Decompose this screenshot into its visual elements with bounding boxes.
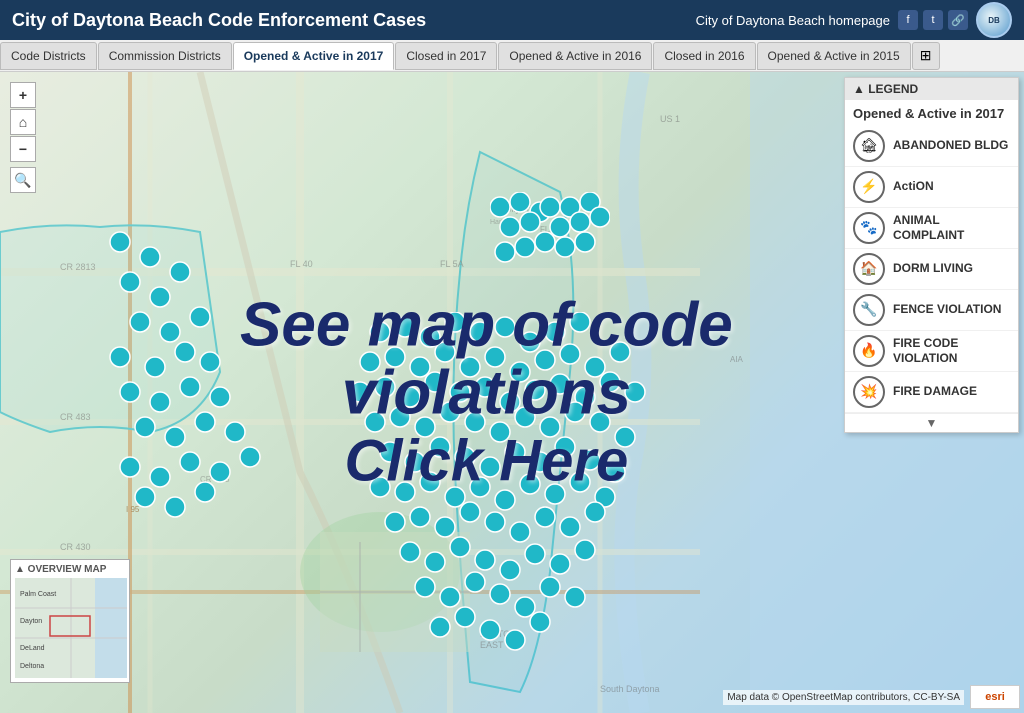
overlay-line2: Click Here bbox=[230, 427, 742, 494]
map-attribution: Map data © OpenStreetMap contributors, C… bbox=[723, 690, 964, 705]
legend-header-text: ▲ LEGEND bbox=[853, 82, 918, 96]
header-right: City of Daytona Beach homepage f t 🔗 DB bbox=[696, 2, 1012, 38]
marker-group-1 bbox=[490, 192, 610, 277]
legend-item-abandoned-bldg: 🏚 ABANDONED BLDG bbox=[845, 126, 1018, 167]
tab-opened-active-2015[interactable]: Opened & Active in 2015 bbox=[757, 42, 911, 70]
zoom-in-button[interactable]: + bbox=[10, 82, 36, 108]
overlay-cta[interactable]: See map of code violations Click Here bbox=[230, 291, 742, 494]
app-header: City of Daytona Beach Code Enforcement C… bbox=[0, 0, 1024, 40]
legend-label-abandoned-bldg: ABANDONED BLDG bbox=[893, 138, 1008, 152]
legend-panel: ▲ LEGEND Opened & Active in 2017 🏚 ABAND… bbox=[844, 77, 1019, 433]
tab-closed-2017[interactable]: Closed in 2017 bbox=[395, 42, 497, 70]
fire-code-icon: 🔥 bbox=[853, 335, 885, 367]
svg-text:Deltona: Deltona bbox=[20, 663, 44, 670]
facebook-icon[interactable]: f bbox=[898, 10, 918, 30]
legend-label-fence-violation: FENCE VIOLATION bbox=[893, 302, 1001, 316]
svg-text:DeLand: DeLand bbox=[20, 645, 45, 652]
twitter-icon[interactable]: t bbox=[923, 10, 943, 30]
homepage-link[interactable]: City of Daytona Beach homepage bbox=[696, 13, 890, 28]
city-logo: DB bbox=[976, 2, 1012, 38]
animal-complaint-icon: 🐾 bbox=[853, 212, 885, 244]
legend-label-action: ActiON bbox=[893, 179, 934, 193]
legend-title: Opened & Active in 2017 bbox=[845, 100, 1018, 126]
legend-label-fire-damage: FIRE DAMAGE bbox=[893, 384, 977, 398]
legend-label-fire-code: FIRE CODE VIOLATION bbox=[893, 336, 1010, 365]
legend-label-animal-complaint: ANIMAL COMPLAINT bbox=[893, 213, 1010, 242]
zoom-out-button[interactable]: − bbox=[10, 136, 36, 162]
legend-item-animal-complaint: 🐾 ANIMAL COMPLAINT bbox=[845, 208, 1018, 249]
overview-map: ▲ OVERVIEW MAP Palm Coast Dayton DeLand … bbox=[10, 559, 130, 683]
overlay-line1: See map of code violations bbox=[230, 291, 742, 427]
tab-opened-active-2017[interactable]: Opened & Active in 2017 bbox=[233, 42, 395, 70]
esri-logo: esri bbox=[970, 685, 1020, 709]
fence-violation-icon: 🔧 bbox=[853, 294, 885, 326]
tab-closed-2016[interactable]: Closed in 2016 bbox=[653, 42, 755, 70]
svg-text:Palm Coast: Palm Coast bbox=[20, 591, 56, 598]
tab-commission-districts[interactable]: Commission Districts bbox=[98, 42, 232, 70]
search-button[interactable]: 🔍 bbox=[10, 167, 36, 193]
legend-item-fire-code: 🔥 FIRE CODE VIOLATION bbox=[845, 331, 1018, 372]
overview-map-label[interactable]: ▲ OVERVIEW MAP bbox=[15, 564, 125, 575]
social-icons: f t 🔗 bbox=[898, 10, 968, 30]
legend-toggle[interactable]: ▲ LEGEND bbox=[845, 78, 1018, 100]
map-container[interactable]: CR 2813 CR 483 CR 430 FL 40 FL 5A I 95 B… bbox=[0, 72, 1024, 713]
legend-item-action: ⚡ ActiON bbox=[845, 167, 1018, 208]
app-title: City of Daytona Beach Code Enforcement C… bbox=[12, 10, 426, 31]
legend-label-dorm-living: DORM LIVING bbox=[893, 261, 973, 275]
home-button[interactable]: ⌂ bbox=[10, 109, 36, 135]
tab-opened-active-2016[interactable]: Opened & Active in 2016 bbox=[498, 42, 652, 70]
legend-scroll-indicator: ▼ bbox=[845, 413, 1018, 432]
legend-item-fence-violation: 🔧 FENCE VIOLATION bbox=[845, 290, 1018, 331]
tab-code-districts[interactable]: Code Districts bbox=[0, 42, 97, 70]
svg-text:Dayton: Dayton bbox=[20, 618, 42, 625]
legend-item-dorm-living: 🏠 DORM LIVING bbox=[845, 249, 1018, 290]
legend-item-fire-damage: 💥 FIRE DAMAGE bbox=[845, 372, 1018, 413]
legend-body: 🏚 ABANDONED BLDG ⚡ ActiON 🐾 ANIMAL COMPL… bbox=[845, 126, 1018, 413]
fire-damage-icon: 💥 bbox=[853, 376, 885, 408]
action-icon: ⚡ bbox=[853, 171, 885, 203]
abandoned-bldg-icon: 🏚 bbox=[853, 130, 885, 162]
overview-map-image: Palm Coast Dayton DeLand Deltona bbox=[15, 578, 127, 678]
dorm-living-icon: 🏠 bbox=[853, 253, 885, 285]
table-view-icon[interactable]: ⊞ bbox=[912, 42, 940, 70]
nav-tabs: Code Districts Commission Districts Open… bbox=[0, 40, 1024, 72]
map-controls: + ⌂ − 🔍 bbox=[10, 82, 36, 193]
link-icon[interactable]: 🔗 bbox=[948, 10, 968, 30]
